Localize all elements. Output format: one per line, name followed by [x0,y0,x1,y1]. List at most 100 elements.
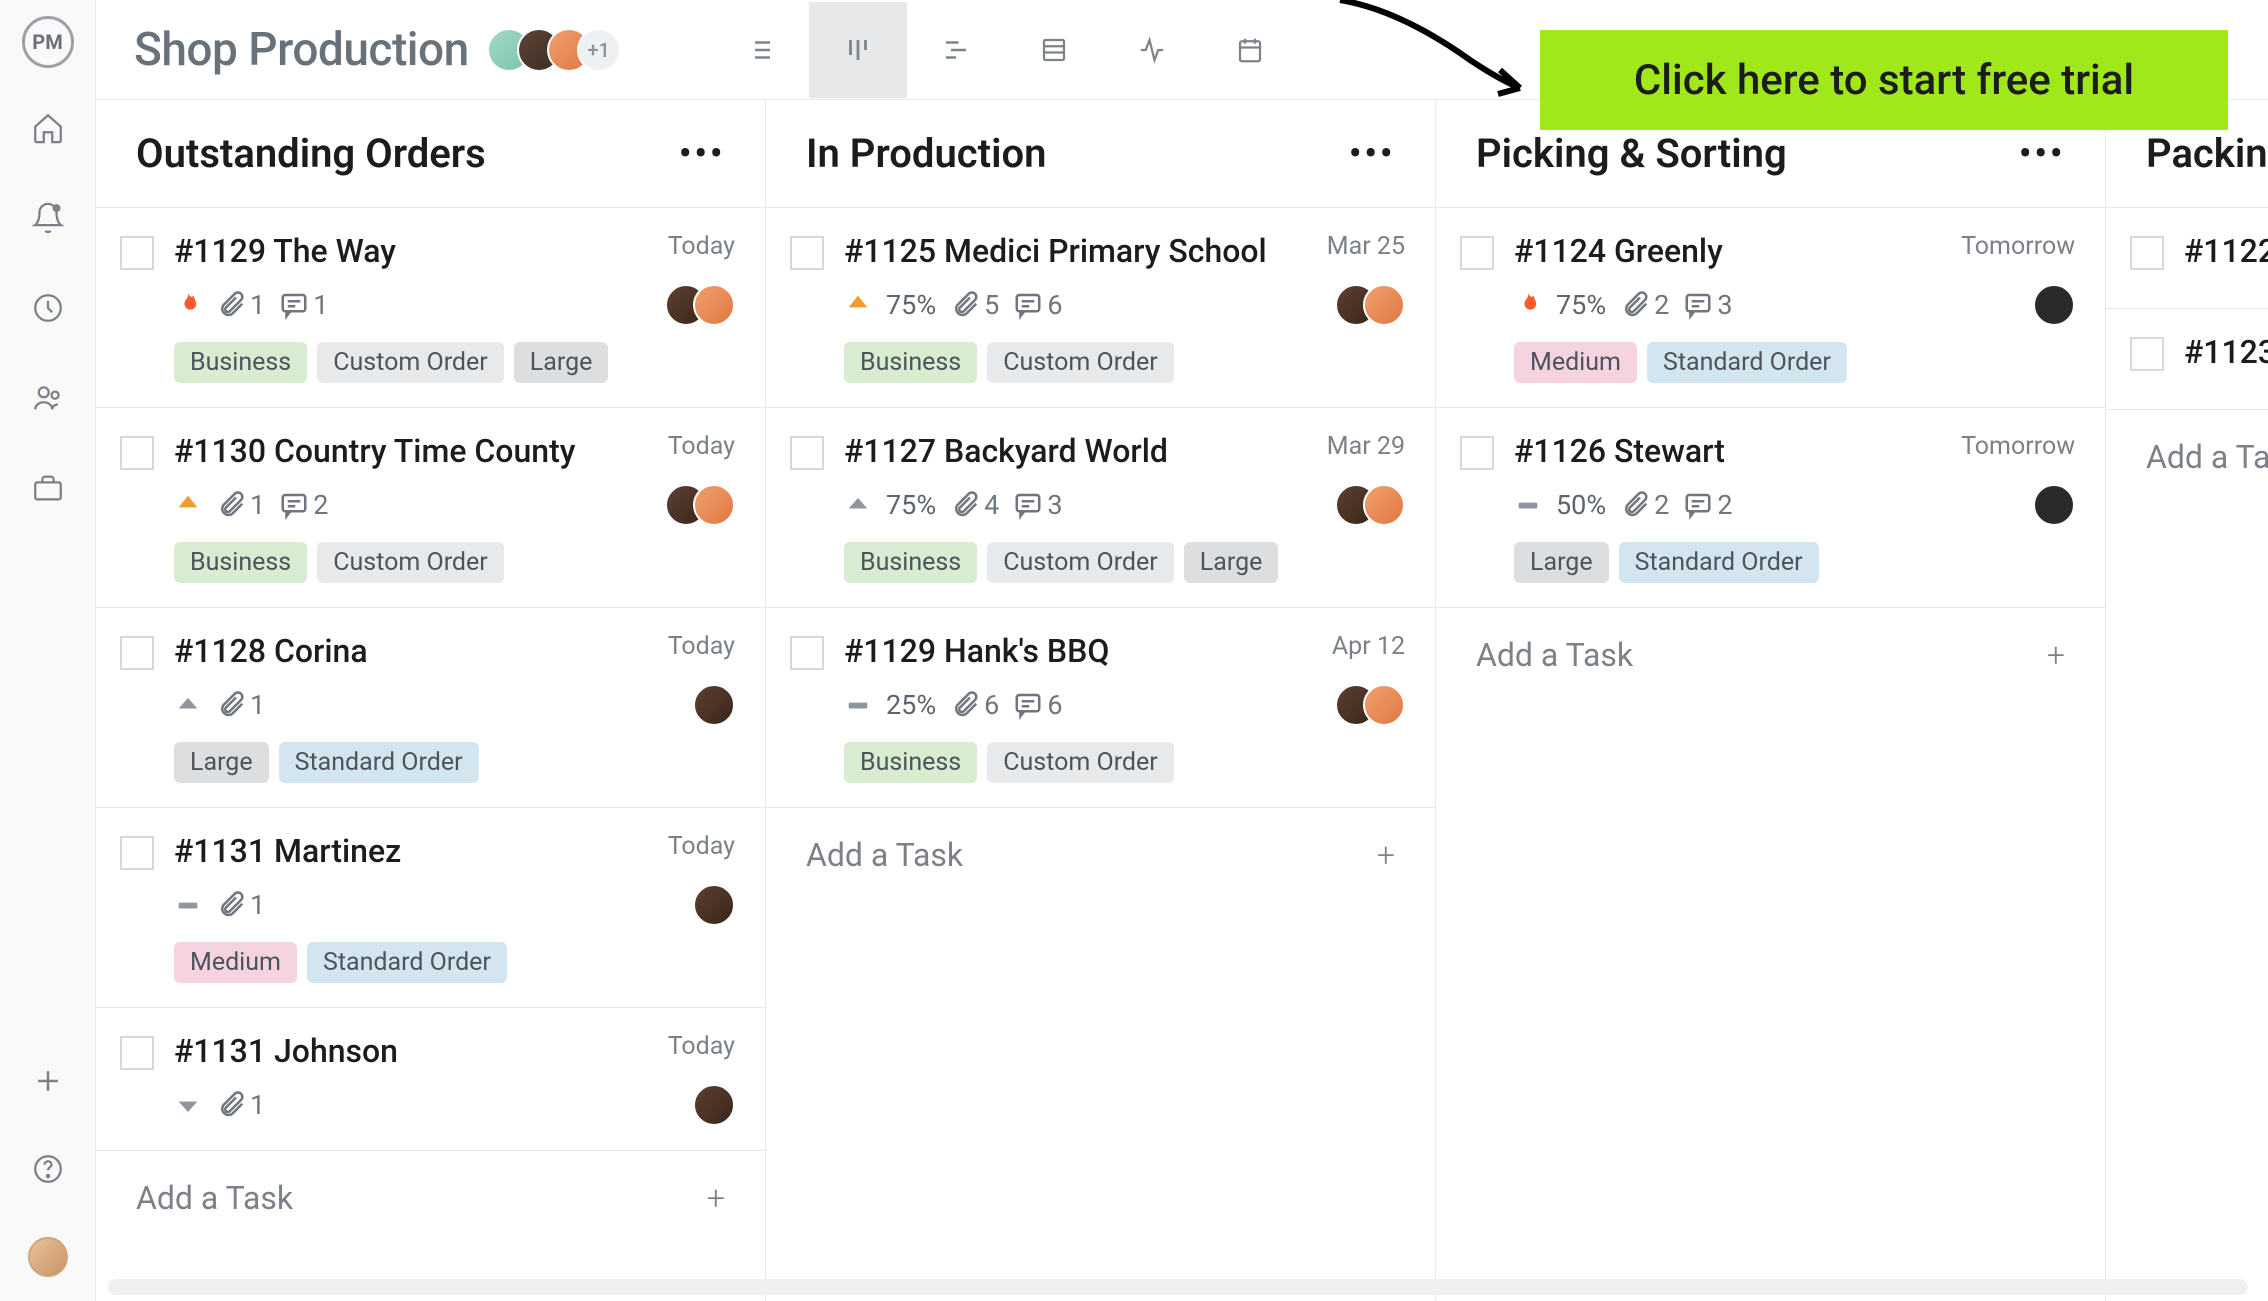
tag[interactable]: Business [844,342,977,383]
attachment-count[interactable]: 1 [216,889,265,921]
task-checkbox[interactable] [120,636,154,670]
tag[interactable]: Business [844,542,977,583]
recent-icon[interactable] [28,288,68,328]
attachment-count[interactable]: 2 [1620,489,1669,521]
task-card[interactable]: #1127 Backyard World Mar 29 75%43 Busine… [766,408,1435,608]
task-card[interactable]: #1129 Hank's BBQ Apr 12 25%66 BusinessCu… [766,608,1435,808]
tag[interactable]: Large [1514,542,1609,583]
task-checkbox[interactable] [2130,236,2164,270]
task-checkbox[interactable] [1460,236,1494,270]
tag[interactable]: Business [174,342,307,383]
comment-count[interactable]: 2 [1683,489,1732,521]
comment-count[interactable]: 3 [1013,489,1062,521]
task-card[interactable]: #1124 Greenly Tomorrow 75%23 MediumStand… [1436,208,2105,408]
task-card[interactable]: #1122 [2106,208,2268,309]
comment-count[interactable]: 6 [1013,289,1062,321]
tag[interactable]: Custom Order [317,542,504,583]
column-menu-icon[interactable]: ••• [1349,144,1396,164]
comment-count[interactable]: 2 [279,489,328,521]
comment-count[interactable]: 1 [279,289,328,321]
tag[interactable]: Standard Order [279,742,479,783]
assignee-avatars[interactable] [665,284,735,326]
task-card[interactable]: #1123 [2106,309,2268,410]
assignee-avatars[interactable] [665,484,735,526]
column-menu-icon[interactable]: ••• [679,144,726,164]
task-checkbox[interactable] [790,236,824,270]
add-task-button[interactable]: Add a Task+ [766,808,1435,902]
attachment-count[interactable]: 1 [216,489,265,521]
tag[interactable]: Medium [1514,342,1637,383]
assignee-avatars[interactable] [693,1084,735,1126]
team-icon[interactable] [28,378,68,418]
task-checkbox[interactable] [120,1036,154,1070]
task-card[interactable]: #1131 Johnson Today 1 [96,1008,765,1151]
add-icon[interactable] [28,1061,68,1101]
briefcase-icon[interactable] [28,468,68,508]
tag[interactable]: Large [1184,542,1279,583]
tag[interactable]: Standard Order [1619,542,1819,583]
notifications-icon[interactable] [28,198,68,238]
assignee-avatars[interactable] [1335,484,1405,526]
comment-count[interactable]: 3 [1683,289,1732,321]
task-card[interactable]: #1126 Stewart Tomorrow 50%22 LargeStanda… [1436,408,2105,608]
attachment-count[interactable]: 6 [950,689,999,721]
comment-count[interactable]: 6 [1013,689,1062,721]
tag[interactable]: Large [514,342,609,383]
task-card[interactable]: #1129 The Way Today 11 BusinessCustom Or… [96,208,765,408]
gantt-view-tab[interactable] [907,2,1005,98]
attachment-count[interactable]: 1 [216,289,265,321]
tag[interactable]: Medium [174,942,297,983]
help-icon[interactable] [28,1149,68,1189]
assignee-avatars[interactable] [693,884,735,926]
task-checkbox[interactable] [2130,337,2164,371]
sheet-view-tab[interactable] [1005,2,1103,98]
task-checkbox[interactable] [120,836,154,870]
members-overflow[interactable]: +1 [577,28,621,72]
task-card[interactable]: #1125 Medici Primary School Mar 25 75%56… [766,208,1435,408]
tag[interactable]: Custom Order [987,742,1174,783]
add-task-button[interactable]: Add a Task+ [96,1151,765,1245]
task-checkbox[interactable] [120,436,154,470]
task-checkbox[interactable] [120,236,154,270]
attachment-count[interactable]: 4 [950,489,999,521]
task-checkbox[interactable] [790,436,824,470]
attachment-count[interactable]: 1 [216,689,265,721]
priority-icon [174,491,202,519]
tag[interactable]: Custom Order [987,342,1174,383]
home-icon[interactable] [28,108,68,148]
tag[interactable]: Business [844,742,977,783]
tag[interactable]: Standard Order [307,942,507,983]
tag[interactable]: Custom Order [987,542,1174,583]
logo[interactable]: PM [22,16,74,68]
tag[interactable]: Business [174,542,307,583]
assignee-avatars[interactable] [2033,284,2075,326]
assignee-avatars[interactable] [2033,484,2075,526]
assignee-avatars[interactable] [1335,684,1405,726]
task-date: Today [668,432,735,461]
task-date: Today [668,232,735,261]
add-task-button[interactable]: Add a Task+ [1436,608,2105,702]
assignee-avatars[interactable] [1335,284,1405,326]
attachment-count[interactable]: 1 [216,1089,265,1121]
assignee-avatars[interactable] [693,684,735,726]
calendar-view-tab[interactable] [1201,2,1299,98]
user-avatar[interactable] [28,1237,68,1277]
horizontal-scrollbar[interactable] [108,1279,2248,1295]
free-trial-button[interactable]: Click here to start free trial [1540,30,2228,130]
attachment-count[interactable]: 5 [950,289,999,321]
column-menu-icon[interactable]: ••• [2019,144,2066,164]
attachment-count[interactable]: 2 [1620,289,1669,321]
task-card[interactable]: #1130 Country Time County Today 12 Busin… [96,408,765,608]
tag[interactable]: Standard Order [1647,342,1847,383]
list-view-tab[interactable] [711,2,809,98]
project-members[interactable]: +1 [501,28,621,72]
add-task-button[interactable]: Add a Task+ [2106,410,2268,504]
activity-view-tab[interactable] [1103,2,1201,98]
task-checkbox[interactable] [790,636,824,670]
task-checkbox[interactable] [1460,436,1494,470]
board-view-tab[interactable] [809,2,907,98]
tag[interactable]: Custom Order [317,342,504,383]
task-card[interactable]: #1131 Martinez Today 1 MediumStandard Or… [96,808,765,1008]
task-card[interactable]: #1128 Corina Today 1 LargeStandard Order [96,608,765,808]
tag[interactable]: Large [174,742,269,783]
